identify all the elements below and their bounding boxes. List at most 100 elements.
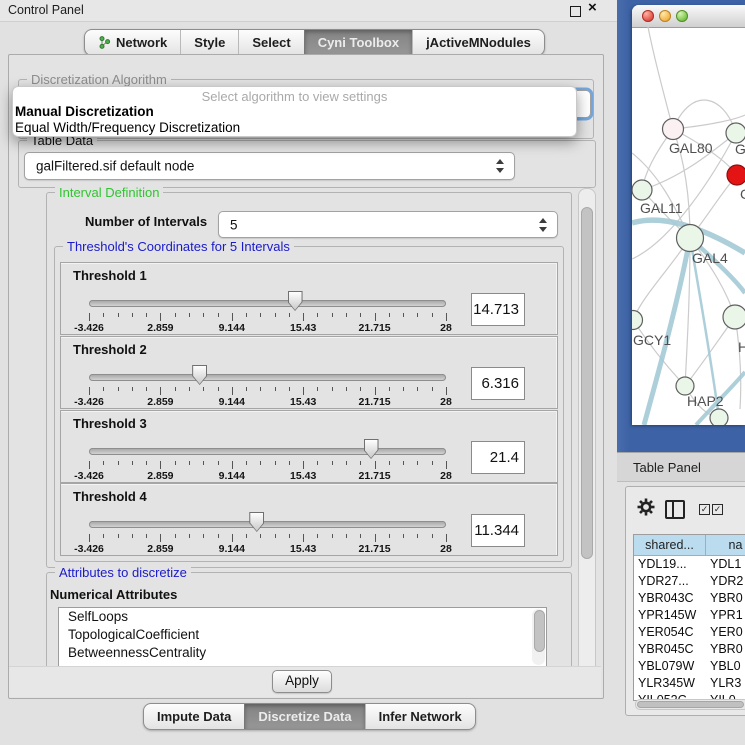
threshold-value-field[interactable]: 6.316	[471, 367, 525, 400]
table-cell: YDR2	[706, 573, 745, 590]
tab-discretize-data[interactable]: Discretize Data	[244, 704, 364, 729]
network-window-titlebar[interactable]	[632, 5, 745, 28]
network-node-gcy1[interactable]	[632, 311, 643, 330]
slider-thumb[interactable]	[364, 439, 379, 459]
table-row[interactable]: YPR145WYPR1	[634, 607, 745, 624]
tick-mark	[160, 461, 161, 469]
zoom-traffic-light-icon[interactable]	[676, 10, 688, 22]
tick-mark	[146, 387, 147, 391]
table-cell: YBR0	[706, 641, 745, 658]
tick-mark	[260, 534, 261, 538]
slider-track[interactable]	[89, 448, 446, 455]
tick-label: 15.43	[275, 543, 331, 555]
tick-mark	[317, 387, 318, 391]
tick-mark	[218, 461, 219, 465]
table-header-row: shared...na	[634, 535, 745, 556]
tab-style[interactable]: Style	[180, 30, 238, 55]
tab-impute-data[interactable]: Impute Data	[144, 704, 244, 729]
tick-mark	[403, 387, 404, 391]
tick-mark	[146, 313, 147, 317]
slider-track[interactable]	[89, 374, 446, 381]
table-cell: YPR145W	[634, 607, 706, 624]
tick-mark	[260, 461, 261, 465]
checkbox-icon[interactable]: ✓	[699, 504, 710, 515]
slider-track[interactable]	[89, 300, 446, 307]
table-data-combobox[interactable]: galFiltered.sif default node	[24, 152, 515, 180]
tick-mark	[375, 313, 376, 321]
attribute-item-selfloops[interactable]: SelfLoops	[59, 608, 546, 626]
number-of-intervals-combobox[interactable]: 5	[218, 211, 558, 238]
slider-thumb[interactable]	[249, 512, 264, 532]
algorithm-option-manual-discretization[interactable]: Manual Discretization	[13, 104, 576, 120]
table-row[interactable]: YBR045CYBR0	[634, 641, 745, 658]
close-traffic-light-icon[interactable]	[642, 10, 654, 22]
threshold-value-field[interactable]: 21.4	[471, 441, 525, 474]
tick-mark	[289, 313, 290, 317]
column-header-na[interactable]: na	[706, 535, 745, 556]
slider-thumb[interactable]	[288, 291, 303, 311]
float-icon[interactable]	[570, 6, 581, 17]
tab-label: Style	[194, 35, 225, 50]
network-node-ga[interactable]	[726, 123, 745, 143]
tab-select[interactable]: Select	[238, 30, 303, 55]
tick-mark	[146, 534, 147, 538]
tick-mark	[403, 534, 404, 538]
network-node-gal80[interactable]	[663, 119, 684, 140]
network-node[interactable]	[710, 409, 728, 425]
checkbox-icon[interactable]: ✓	[712, 504, 723, 515]
tick-label: 28	[418, 322, 474, 334]
tab-label: Network	[116, 35, 167, 50]
tick-mark	[446, 461, 447, 469]
network-node-gal11[interactable]	[632, 180, 652, 200]
table-cell: YBL0	[706, 658, 745, 675]
tick-mark	[346, 534, 347, 538]
columns-icon[interactable]	[665, 500, 685, 519]
tab-infer-network[interactable]: Infer Network	[365, 704, 475, 729]
threshold-label: Threshold 4	[73, 489, 147, 504]
tick-mark	[432, 387, 433, 391]
network-node-h[interactable]	[723, 305, 745, 329]
tick-label: 15.43	[275, 396, 331, 408]
attribute-item-betweennesscentrality[interactable]: BetweennessCentrality	[59, 644, 546, 662]
network-canvas[interactable]: GAL80GACGAL11GAL4GCY1HHAP2	[632, 27, 745, 425]
table-row[interactable]: YER054CYER0	[634, 624, 745, 641]
table-row[interactable]: YDL19...YDL1	[634, 556, 745, 573]
threshold-value-field[interactable]: 11.344	[471, 514, 525, 547]
tab-label: Infer Network	[379, 709, 462, 724]
gear-icon[interactable]	[637, 498, 655, 516]
slider-thumb[interactable]	[192, 365, 207, 385]
table-hscrollbar-thumb[interactable]	[637, 701, 744, 708]
tick-mark	[375, 534, 376, 542]
tick-mark	[332, 461, 333, 465]
tab-jactivemnodules[interactable]: jActiveMNodules	[412, 30, 544, 55]
apply-button[interactable]: Apply	[272, 670, 332, 693]
node-table: shared...na YDL19...YDL1YDR27...YDR2YBR0…	[633, 534, 745, 701]
algorithm-option-equal-width-frequency-discretization[interactable]: Equal Width/Frequency Discretization	[13, 120, 576, 136]
close-icon[interactable]: ×	[588, 0, 597, 16]
tick-mark	[275, 461, 276, 465]
minimize-traffic-light-icon[interactable]	[659, 10, 671, 22]
threshold-panel: Threshold 2-3.4262.8599.14415.4321.71528…	[60, 336, 558, 409]
list-scrollbar[interactable]	[532, 609, 545, 665]
table-row[interactable]: YLR345WYLR3	[634, 675, 745, 692]
table-hscrollbar[interactable]	[635, 699, 745, 710]
tick-label: 15.43	[275, 322, 331, 334]
attribute-item-topologicalcoefficient[interactable]: TopologicalCoefficient	[59, 626, 546, 644]
tick-mark	[289, 387, 290, 391]
tick-mark	[118, 313, 119, 317]
table-row[interactable]: YDR27...YDR2	[634, 573, 745, 590]
panel-scrollbar-thumb[interactable]	[581, 207, 593, 559]
network-node-gal4[interactable]	[677, 225, 704, 252]
tab-cyni-toolbox[interactable]: Cyni Toolbox	[304, 30, 412, 55]
list-scrollbar-thumb[interactable]	[534, 610, 545, 652]
tab-network[interactable]: Network	[85, 30, 180, 55]
threshold-value-field[interactable]: 14.713	[471, 293, 525, 326]
table-panel: ✓ ✓ shared...na YDL19...YDL1YDR27...YDR2…	[625, 486, 745, 716]
column-header-shared-[interactable]: shared...	[634, 535, 706, 556]
table-row[interactable]: YBL079WYBL0	[634, 658, 745, 675]
panel-scrollbar[interactable]	[578, 188, 596, 685]
network-node-c[interactable]	[727, 165, 745, 185]
table-row[interactable]: YBR043CYBR0	[634, 590, 745, 607]
threshold-panel: Threshold 3-3.4262.8599.14415.4321.71528…	[60, 410, 558, 483]
slider-track[interactable]	[89, 521, 446, 528]
